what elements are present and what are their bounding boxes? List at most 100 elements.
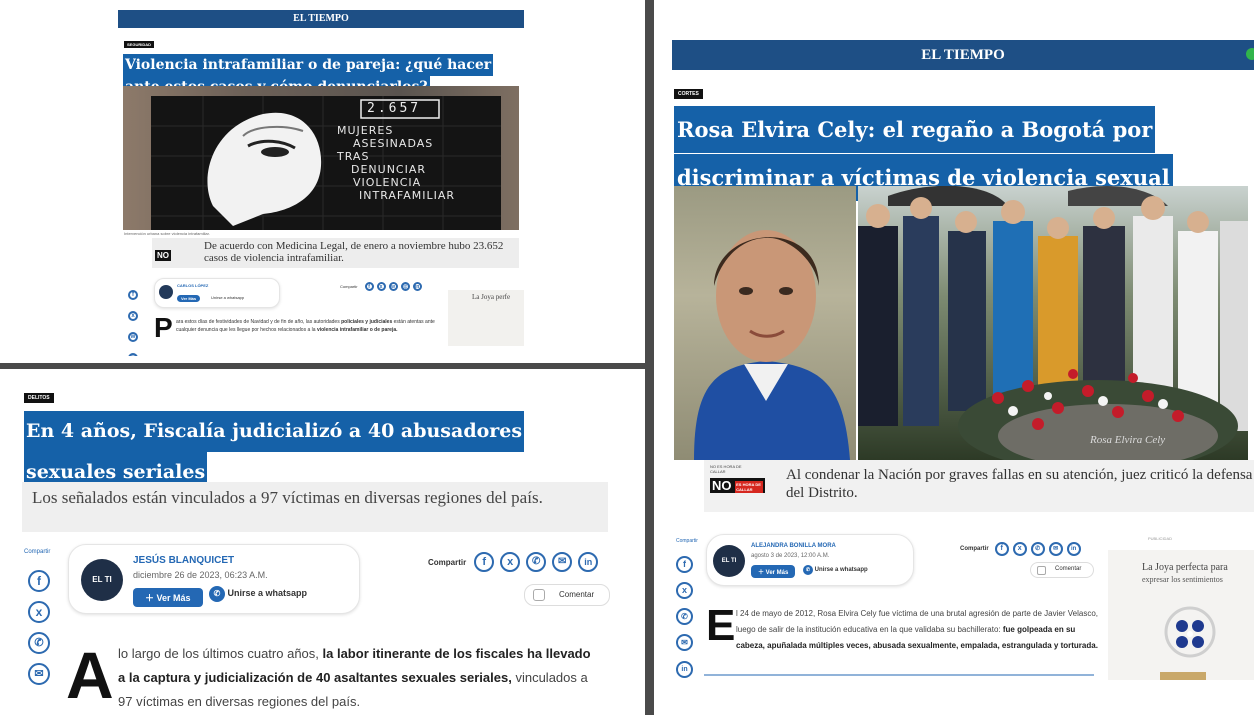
share-facebook-icon[interactable]: f <box>364 282 374 291</box>
share-email-icon[interactable]: ✉ <box>1048 542 1063 556</box>
share-side-label: Compartir <box>676 538 698 544</box>
article-summary: Al condenar la Nación por graves fallas … <box>786 467 1253 501</box>
x-icon[interactable]: x <box>128 311 138 321</box>
whatsapp-join-button[interactable]: ✆ Unirse a whatsapp <box>209 586 307 602</box>
article-photo[interactable]: 2.657 MUJERES ASESINADAS TRAS DENUNCIAR … <box>123 86 519 230</box>
mural-text-2: ASESINADAS <box>353 137 434 150</box>
whatsapp-join-icon: ✆ <box>803 565 813 575</box>
publish-date: diciembre 26 de 2023, 06:23 A.M. <box>133 570 268 580</box>
share-email-icon[interactable]: @ <box>400 282 410 291</box>
memorial-photo[interactable]: Rosa Elvira Cely <box>858 186 1248 460</box>
whatsapp-join-icon: ✆ <box>209 586 225 602</box>
email-icon[interactable]: @ <box>128 353 138 356</box>
article-body: ara estos días de festividades de Navida… <box>176 319 435 333</box>
article-body: l 24 de mayo de 2012, Rosa Elvira Cely f… <box>736 609 1098 650</box>
facebook-icon[interactable]: f <box>28 570 50 592</box>
article-summary: Los señalados están vinculados a 97 víct… <box>32 488 543 507</box>
ad-box[interactable]: La Joya perfe <box>448 290 524 346</box>
author-avatar[interactable]: EL TI <box>81 559 123 601</box>
whatsapp-icon[interactable]: w <box>128 332 138 342</box>
photo-caption: Intervención urbana sobre violencia intr… <box>124 231 210 236</box>
author-avatar[interactable]: EL TI <box>713 545 745 577</box>
article-screenshot-rosa-elvira-cely: EL TIEMPO CORTES Rosa Elvira Cely: el re… <box>668 30 1254 715</box>
portrait-photo[interactable] <box>674 186 856 460</box>
headline-line-1: Rosa Elvira Cely: el regaño a Bogotá por <box>674 106 1156 153</box>
whatsapp-icon[interactable]: ✆ <box>676 608 693 625</box>
facebook-icon[interactable]: f <box>676 556 693 573</box>
email-icon[interactable]: ✉ <box>28 663 50 685</box>
jewelry-illustration <box>1160 606 1216 680</box>
comment-button[interactable]: Comentar <box>1030 562 1094 578</box>
article-screenshot-fiscalia: DELITOS En 4 años, Fiscalía judicializó … <box>0 378 640 715</box>
section-chip[interactable]: SEGURIDAD <box>124 41 155 48</box>
article-body: lo largo de los últimos cuatro años, la … <box>118 646 591 709</box>
x-icon[interactable]: x <box>28 601 50 623</box>
gravestone-text: Rosa Elvira Cely <box>1090 434 1166 446</box>
article-screenshot-violencia-intrafamiliar: EL TIEMPO SEGURIDAD Violencia intrafamil… <box>118 0 524 356</box>
ad-label: PUBLICIDAD <box>1148 536 1173 541</box>
summary-box: Los señalados están vinculados a 97 víct… <box>22 482 608 532</box>
share-facebook-icon[interactable]: f <box>474 552 495 572</box>
ad-box[interactable]: La Joya perfecta para expresar los senti… <box>1108 550 1254 680</box>
share-linkedin-icon[interactable]: in <box>578 552 599 572</box>
headline-line-1: Violencia intrafamiliar o de pareja: ¿qu… <box>123 54 494 76</box>
share-facebook-icon[interactable]: f <box>994 542 1009 556</box>
mural-text-6: INTRAFAMILIAR <box>359 189 456 202</box>
author-name[interactable]: ALEJANDRA BONILLA MORA <box>751 543 836 549</box>
mural-text-4: DENUNCIAR <box>351 163 427 176</box>
mural-text-3: TRAS <box>337 150 370 163</box>
portrait-illustration <box>694 230 850 460</box>
facebook-icon[interactable]: f <box>128 290 138 300</box>
ad-text: La Joya perfe <box>472 293 511 301</box>
campaign-badge: NO <box>155 250 171 261</box>
mural-illustration <box>151 96 501 230</box>
whatsapp-join-button[interactable]: Unirse a whatsapp <box>211 295 244 300</box>
share-x-icon[interactable]: x <box>376 282 386 291</box>
author-card: EL TI JESÚS BLANQUICET diciembre 26 de 2… <box>68 544 360 614</box>
share-linkedin-icon[interactable]: in <box>1066 542 1081 556</box>
memorial-illustration <box>858 186 1248 460</box>
share-whatsapp-icon[interactable]: w <box>388 282 398 291</box>
masthead[interactable]: EL TIEMPO <box>118 10 524 28</box>
author-card: CARLOS LÓPEZ Ver Más Unirse a whatsapp <box>154 278 280 308</box>
ver-mas-button[interactable]: ＋ Ver Más <box>133 588 203 607</box>
ver-mas-button[interactable]: ＋ Ver Más <box>751 565 796 578</box>
masthead[interactable]: EL TIEMPO <box>672 40 1254 70</box>
share-x-icon[interactable]: x <box>1012 542 1027 556</box>
section-chip[interactable]: DELITOS <box>24 393 54 403</box>
collage-divider-vertical <box>645 0 654 715</box>
share-whatsapp-icon[interactable]: ✆ <box>526 552 547 572</box>
share-whatsapp-icon[interactable]: ✆ <box>1030 542 1045 556</box>
publish-date: agosto 3 de 2023, 12:00 A.M. <box>751 553 830 559</box>
whatsapp-icon[interactable]: ✆ <box>28 632 50 654</box>
share-label: Compartir <box>428 557 467 567</box>
mural-text-1: MUJERES <box>337 124 394 137</box>
x-icon[interactable]: x <box>676 582 693 599</box>
author-avatar[interactable] <box>159 285 173 299</box>
whatsapp-join-button[interactable]: ✆ Unirse a whatsapp <box>803 565 868 575</box>
drop-cap: A <box>66 638 114 712</box>
share-x-icon[interactable]: x <box>500 552 521 572</box>
comment-toggle <box>533 589 545 601</box>
author-name[interactable]: CARLOS LÓPEZ <box>177 283 208 288</box>
drop-cap: E <box>706 601 736 650</box>
section-chip[interactable]: CORTES <box>674 89 703 99</box>
linkedin-icon[interactable]: in <box>676 661 693 678</box>
share-linkedin-icon[interactable]: in <box>412 282 422 291</box>
author-card: EL TI ALEJANDRA BONILLA MORA agosto 3 de… <box>706 534 914 586</box>
collage-divider-horizontal <box>0 363 646 369</box>
share-side-label: Compartir <box>24 549 51 555</box>
mural-count: 2.657 <box>367 101 422 116</box>
headline-line-1: En 4 años, Fiscalía judicializó a 40 abu… <box>24 411 525 452</box>
summary-box: NO ES HORA DE CALLAR NO ES HORA DE CALLA… <box>704 460 1254 512</box>
drop-cap: P <box>154 312 173 343</box>
campaign-badge: NO ES HORA DE CALLAR NO ES HORA DE CALLA… <box>710 464 766 495</box>
comment-button[interactable]: Comentar <box>524 584 610 606</box>
share-label: Compartir <box>960 546 989 552</box>
email-icon[interactable]: ✉ <box>676 634 693 651</box>
status-dot <box>1246 48 1254 60</box>
share-email-icon[interactable]: ✉ <box>552 552 573 572</box>
comment-toggle <box>1037 566 1046 575</box>
author-name[interactable]: JESÚS BLANQUICET <box>133 555 234 566</box>
ver-mas-button[interactable]: Ver Más <box>177 295 201 302</box>
